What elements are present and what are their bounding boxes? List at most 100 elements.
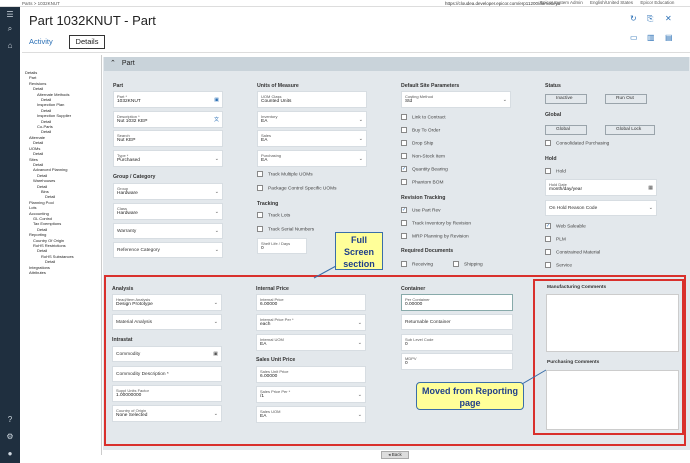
section-header-part[interactable]: ⌃ Part xyxy=(104,57,689,71)
buy-to-order-checkbox[interactable]: Buy To Order xyxy=(401,127,440,133)
sales-uom-select[interactable]: Sales EA ⌄ xyxy=(257,130,367,147)
hold-date-field[interactable]: Hold Date month/day/year ▦ xyxy=(545,179,657,196)
refresh-icon[interactable]: ↻ xyxy=(630,14,637,23)
group-select[interactable]: Group Hardware ⌄ xyxy=(113,183,223,200)
purchasing-uom-select[interactable]: Purchasing EA ⌄ xyxy=(257,150,367,167)
shelf-life-field[interactable]: Shelf Life / Days 0 xyxy=(257,238,307,254)
link-to-contract-checkbox[interactable]: Link to Contract xyxy=(401,114,446,120)
hold-reason-select[interactable]: On Hold Reason Code ⌄ xyxy=(545,200,657,216)
run-out-toggle[interactable]: Run Out xyxy=(605,94,647,104)
checkbox-box[interactable] xyxy=(545,262,551,268)
close-icon[interactable]: ✕ xyxy=(665,14,672,23)
inventory-uom-select[interactable]: Inventory EA ⌄ xyxy=(257,111,367,128)
global-lock-toggle[interactable]: Global Lock xyxy=(605,125,655,135)
purchasing-comments-textarea[interactable] xyxy=(546,370,679,430)
company[interactable]: Epicor Education xyxy=(640,0,674,5)
check-icon[interactable]: ✓ xyxy=(401,207,407,213)
checkbox-box[interactable] xyxy=(401,114,407,120)
quantity-bearing-checkbox[interactable]: ✓ Quantity Bearing xyxy=(401,166,448,172)
costing-method-select[interactable]: Costing Method Std ⌄ xyxy=(401,91,511,108)
breadcrumb[interactable]: Parts > 1032KNUT xyxy=(22,1,60,6)
consolidated-purchasing-checkbox[interactable]: Consolidated Purchasing xyxy=(545,140,609,146)
drop-ship-checkbox[interactable]: Drop Ship xyxy=(401,140,433,146)
internal-price-field[interactable]: Internal Price 6.00000 xyxy=(256,294,366,311)
suppl-units-factor-field[interactable]: Suppl Units Factor 1.00000000 xyxy=(112,385,222,402)
help-icon[interactable]: ? xyxy=(5,415,15,425)
checkbox-box[interactable] xyxy=(257,212,263,218)
user-icon[interactable]: ● xyxy=(5,449,15,459)
manufacturing-comments-textarea[interactable] xyxy=(546,294,679,352)
checkbox-box[interactable] xyxy=(401,179,407,185)
layout-icon[interactable]: ▥ xyxy=(647,33,655,42)
search-icon[interactable]: ⌕ xyxy=(5,24,15,34)
commodity-description-field[interactable]: Commodity Description * xyxy=(112,366,222,382)
service-checkbox[interactable]: Service xyxy=(545,262,572,268)
sub-level-code-field[interactable]: Sub Level Code 0 xyxy=(401,334,513,351)
returnable-container-select[interactable]: Returnable Container xyxy=(401,314,513,330)
internal-uom-select[interactable]: Internal UOM EA ⌄ xyxy=(256,334,366,351)
checkbox-box[interactable] xyxy=(401,220,407,226)
constrained-material-checkbox[interactable]: Constrained Material xyxy=(545,249,600,255)
package-control-checkbox[interactable]: Package Control Specific UOMs xyxy=(257,185,337,191)
part-field[interactable]: Part * 1032KNUT ▣ xyxy=(113,91,223,108)
internal-price-per-select[interactable]: Internal Price Per * each ⌄ xyxy=(256,314,366,331)
home-icon[interactable]: ⌂ xyxy=(5,41,15,51)
shipping-checkbox[interactable]: Shipping xyxy=(453,261,483,267)
checkbox-box[interactable] xyxy=(257,171,263,177)
checkbox-box[interactable] xyxy=(401,153,407,159)
check-icon[interactable]: ✓ xyxy=(545,223,551,229)
menu-icon[interactable]: ☰ xyxy=(5,10,15,20)
phantom-bom-checkbox[interactable]: Phantom BOM xyxy=(401,179,443,185)
mdpv-field[interactable]: MDPV 0 xyxy=(401,353,513,370)
mrp-by-rev-checkbox[interactable]: MRP Planning by Revision xyxy=(401,233,469,239)
type-select[interactable]: Type * Purchased ⌄ xyxy=(113,150,223,167)
checkbox-box[interactable] xyxy=(401,140,407,146)
back-button[interactable]: ◂ Back xyxy=(381,451,409,459)
chevron-up-icon[interactable]: ⌃ xyxy=(110,60,116,67)
head-item-analysis-select[interactable]: Head/Item Analysis Design Prototype ⌄ xyxy=(112,294,222,311)
checkbox-box[interactable] xyxy=(545,140,551,146)
tab-activity[interactable]: Activity xyxy=(29,37,53,46)
lookup-icon[interactable]: ▣ xyxy=(213,351,218,357)
checkbox-box[interactable] xyxy=(257,185,263,191)
sales-price-per-select[interactable]: Sales Price Per * /1 ⌄ xyxy=(256,386,366,403)
lookup-icon[interactable]: ▣ xyxy=(214,97,219,103)
calendar-icon[interactable]: ▦ xyxy=(648,185,653,191)
checkbox-box[interactable] xyxy=(545,236,551,242)
plm-checkbox[interactable]: PLM xyxy=(545,236,566,242)
sales-unit-price-field[interactable]: Sales Unit Price 6.00000 xyxy=(256,366,366,383)
tree-splitter[interactable] xyxy=(101,55,102,455)
tree-item[interactable]: Attributes xyxy=(22,270,102,275)
checkbox-box[interactable] xyxy=(401,261,407,267)
check-icon[interactable]: ✓ xyxy=(401,166,407,172)
checkbox-box[interactable] xyxy=(401,233,407,239)
list-icon[interactable]: ▤ xyxy=(665,33,673,42)
description-field[interactable]: Description * Nut 1032 KEP 文 xyxy=(113,111,223,128)
sales-uom-select-2[interactable]: Sales UOM EA ⌄ xyxy=(256,406,366,423)
warranty-select[interactable]: Warranty ⌄ xyxy=(113,223,223,239)
track-inv-by-rev-checkbox[interactable]: Track Inventory by Revision xyxy=(401,220,471,226)
receiving-checkbox[interactable]: Receiving xyxy=(401,261,433,267)
country-of-origin-select[interactable]: Country of Origin None Selected ⌄ xyxy=(112,405,222,422)
checkbox-box[interactable] xyxy=(545,249,551,255)
per-container-field[interactable]: Per Container 0.00000 xyxy=(401,294,513,311)
web-saleable-checkbox[interactable]: ✓ Web Saleable xyxy=(545,223,586,229)
checkbox-box[interactable] xyxy=(545,168,551,174)
track-lots-checkbox[interactable]: Track Lots xyxy=(257,212,290,218)
checkbox-box[interactable] xyxy=(401,127,407,133)
checkbox-box[interactable] xyxy=(453,261,459,267)
reference-category-select[interactable]: Reference Category ⌄ xyxy=(113,242,223,258)
share-icon[interactable]: ⎘ xyxy=(647,14,653,24)
material-analysis-select[interactable]: Material Analysis ⌄ xyxy=(112,314,222,330)
checkbox-box[interactable] xyxy=(257,226,263,232)
new-icon[interactable]: ▭ xyxy=(630,33,638,42)
commodity-field[interactable]: Commodity ▣ xyxy=(112,346,222,362)
translate-icon[interactable]: 文 xyxy=(214,116,219,123)
settings-icon[interactable]: ⚙ xyxy=(5,432,15,442)
user-name[interactable]: Epicor System Admin xyxy=(540,0,583,5)
track-multiple-uoms-checkbox[interactable]: Track Multiple UOMs xyxy=(257,171,313,177)
inactive-toggle[interactable]: Inactive xyxy=(545,94,587,104)
track-serial-checkbox[interactable]: Track Serial Numbers xyxy=(257,226,314,232)
locale[interactable]: English/United States xyxy=(590,0,633,5)
search-field[interactable]: Search Nut KEP xyxy=(113,130,223,147)
